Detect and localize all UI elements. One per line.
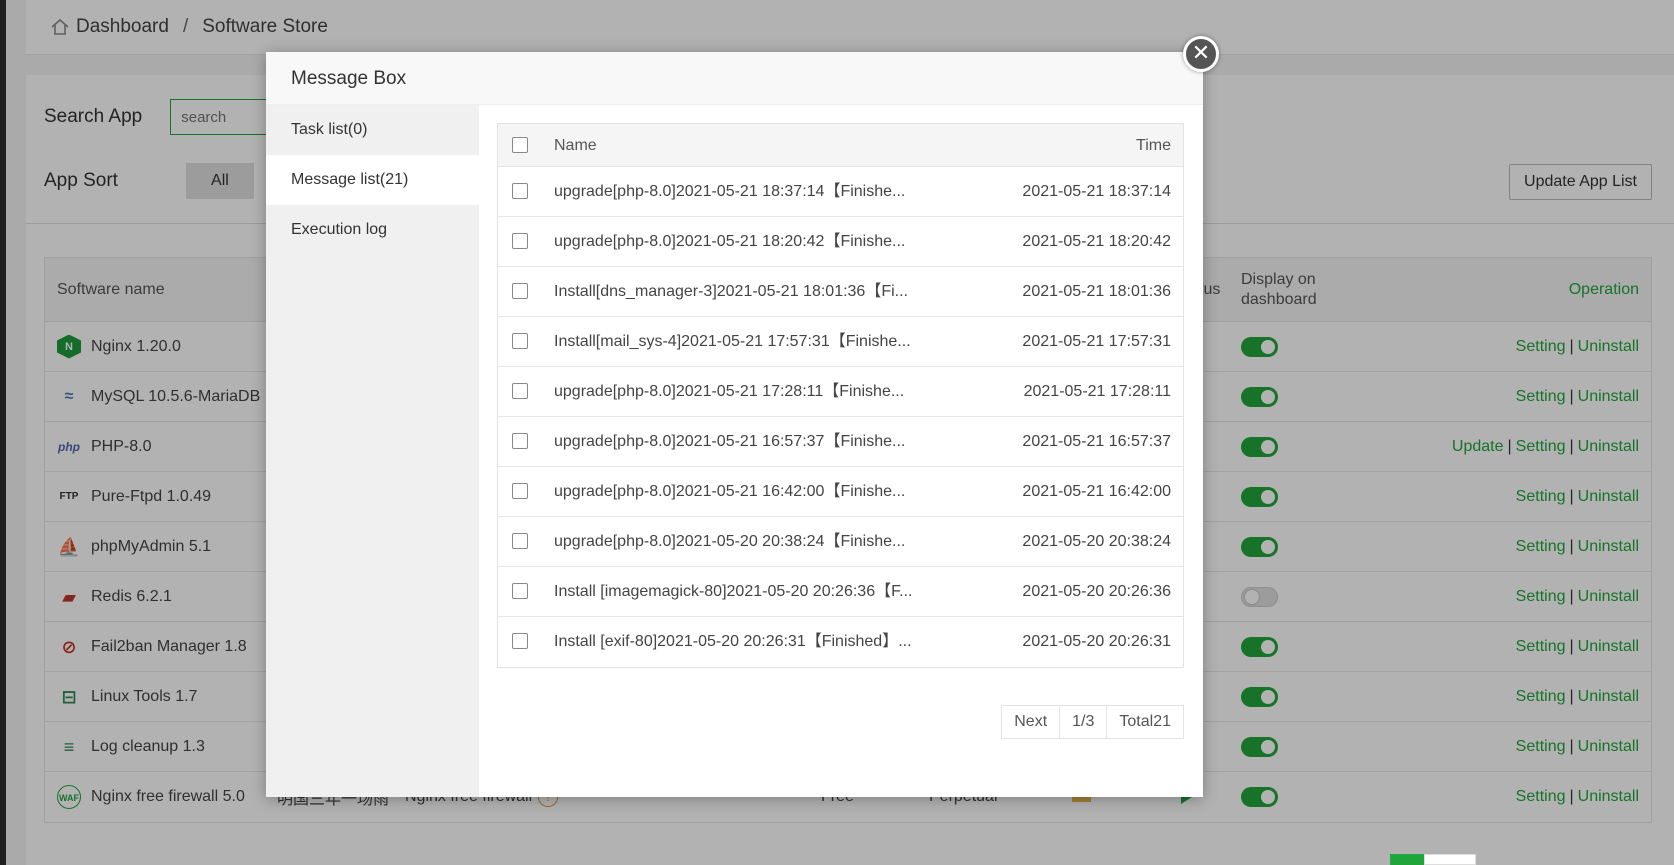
message-rows: upgrade[php-8.0]2021-05-21 18:37:14【Fini… (498, 167, 1183, 667)
message-row: upgrade[php-8.0]2021-05-21 18:20:42【Fini… (498, 217, 1183, 267)
row-checkbox[interactable] (512, 633, 528, 649)
message-row: upgrade[php-8.0]2021-05-21 16:57:37【Fini… (498, 417, 1183, 467)
message-time: 2021-05-21 18:20:42 (1022, 233, 1171, 250)
message-row: upgrade[php-8.0]2021-05-21 16:42:00【Fini… (498, 467, 1183, 517)
pager-page: 1/3 (1060, 706, 1108, 738)
row-checkbox[interactable] (512, 433, 528, 449)
header-name: Name (554, 137, 597, 154)
pagination: Next 1/3 Total21 (1001, 705, 1184, 739)
message-time: 2021-05-21 17:28:11 (1023, 383, 1171, 400)
message-row: Install[dns_manager-3]2021-05-21 18:01:3… (498, 267, 1183, 317)
modal-content: Name Time upgrade[php-8.0]2021-05-21 18:… (479, 105, 1203, 797)
message-row: upgrade[php-8.0]2021-05-21 17:28:11【Fini… (498, 367, 1183, 417)
row-checkbox[interactable] (512, 333, 528, 349)
message-name: Install [exif-80]2021-05-20 20:26:31【Fin… (554, 633, 912, 650)
row-checkbox[interactable] (512, 483, 528, 499)
message-row: Install [imagemagick-80]2021-05-20 20:26… (498, 567, 1183, 617)
message-time: 2021-05-21 18:37:14 (1022, 183, 1171, 200)
message-row: upgrade[php-8.0]2021-05-21 18:37:14【Fini… (498, 167, 1183, 217)
message-name: Install [imagemagick-80]2021-05-20 20:26… (554, 583, 913, 600)
pager-next-button[interactable]: Next (1002, 706, 1061, 738)
message-name: upgrade[php-8.0]2021-05-21 18:37:14【Fini… (554, 183, 906, 200)
message-time: 2021-05-20 20:26:36 (1022, 583, 1171, 600)
message-row: Install[mail_sys-4]2021-05-21 17:57:31【F… (498, 317, 1183, 367)
row-checkbox[interactable] (512, 533, 528, 549)
message-name: upgrade[php-8.0]2021-05-21 18:20:42【Fini… (554, 233, 906, 250)
header-time: Time (1136, 137, 1171, 154)
side-item-1[interactable]: Message list(21) (266, 155, 479, 205)
message-name: upgrade[php-8.0]2021-05-21 17:28:11【Fini… (554, 383, 905, 400)
row-checkbox[interactable] (512, 183, 528, 199)
modal-title: Message Box (266, 52, 1203, 105)
message-row: upgrade[php-8.0]2021-05-20 20:38:24【Fini… (498, 517, 1183, 567)
message-name: upgrade[php-8.0]2021-05-21 16:42:00【Fini… (554, 483, 906, 500)
side-item-2[interactable]: Execution log (266, 205, 479, 255)
row-checkbox[interactable] (512, 233, 528, 249)
message-name: upgrade[php-8.0]2021-05-20 20:38:24【Fini… (554, 533, 906, 550)
bg-pager-next (1424, 854, 1476, 865)
message-time: 2021-05-20 20:38:24 (1022, 533, 1171, 550)
message-row: Install [exif-80]2021-05-20 20:26:31【Fin… (498, 617, 1183, 667)
close-icon[interactable]: ✕ (1183, 36, 1219, 72)
modal-sidebar: Task list(0) Message list(21) Execution lo… (266, 105, 479, 797)
side-item-0[interactable]: Task list(0) (266, 105, 479, 155)
message-name: Install[dns_manager-3]2021-05-21 18:01:3… (554, 283, 908, 300)
message-time: 2021-05-20 20:26:31 (1022, 633, 1171, 650)
message-time: 2021-05-21 16:42:00 (1022, 483, 1171, 500)
pager-total: Total21 (1119, 713, 1171, 730)
row-checkbox[interactable] (512, 383, 528, 399)
message-name: Install[mail_sys-4]2021-05-21 17:57:31【F… (554, 333, 911, 350)
message-time: 2021-05-21 17:57:31 (1022, 333, 1171, 350)
message-box-modal: Message Box ✕ Task list(0) Message list(2… (266, 36, 1219, 797)
message-time: 2021-05-21 18:01:36 (1022, 283, 1171, 300)
message-table: Name Time upgrade[php-8.0]2021-05-21 18:… (497, 123, 1184, 668)
row-checkbox[interactable] (512, 583, 528, 599)
select-all-checkbox[interactable] (512, 137, 528, 153)
bg-pager-active (1390, 854, 1424, 865)
message-table-header: Name Time (498, 124, 1183, 167)
message-time: 2021-05-21 16:57:37 (1022, 433, 1171, 450)
row-checkbox[interactable] (512, 283, 528, 299)
message-name: upgrade[php-8.0]2021-05-21 16:57:37【Fini… (554, 433, 906, 450)
